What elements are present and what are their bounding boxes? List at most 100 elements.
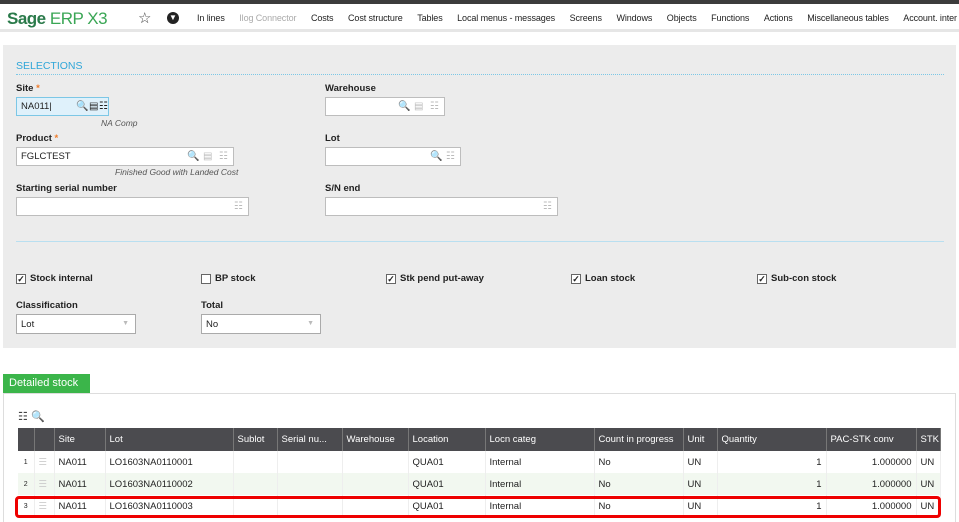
column-header[interactable]: Unit bbox=[683, 428, 718, 451]
menu-item[interactable]: Ilog Connector bbox=[239, 13, 296, 23]
table-cell[interactable]: 1 bbox=[717, 495, 827, 517]
table-cell[interactable] bbox=[277, 451, 343, 473]
menu-item[interactable]: In lines bbox=[197, 13, 225, 23]
table-cell[interactable]: 1 bbox=[717, 473, 827, 495]
start-serial-input[interactable]: ☷ bbox=[16, 197, 249, 216]
table-cell[interactable]: UN bbox=[683, 495, 718, 517]
search-icon[interactable]: 🔍 bbox=[31, 411, 45, 423]
table-cell[interactable]: Internal bbox=[485, 495, 595, 517]
table-cell[interactable] bbox=[233, 451, 278, 473]
detail-icon[interactable]: ☷ bbox=[430, 101, 439, 112]
column-header[interactable]: Lot bbox=[105, 428, 234, 451]
table-cell[interactable]: UN bbox=[916, 473, 941, 495]
column-header[interactable]: Location bbox=[408, 428, 486, 451]
site-input[interactable]: NA011| 🔍 ▤ ☷ bbox=[16, 97, 109, 116]
table-cell[interactable]: 1.000000 bbox=[826, 495, 917, 517]
checkbox-box[interactable]: ✓ bbox=[757, 273, 767, 284]
menu-item[interactable]: Objects bbox=[667, 13, 697, 23]
detail-icon[interactable]: ☷ bbox=[543, 201, 552, 212]
menu-item[interactable]: Screens bbox=[570, 13, 602, 23]
search-icon[interactable]: 🔍 bbox=[76, 101, 88, 112]
menu-item[interactable]: Tables bbox=[417, 13, 443, 23]
tab-detailed-stock[interactable]: Detailed stock bbox=[3, 374, 90, 393]
row-detail-icon[interactable]: ☰ bbox=[34, 473, 55, 495]
chevron-down-icon[interactable]: ▼ bbox=[167, 12, 179, 24]
column-header[interactable]: Quantity bbox=[717, 428, 827, 451]
menu-item[interactable]: Functions bbox=[711, 13, 749, 23]
menu-item[interactable]: Cost structure bbox=[348, 13, 403, 23]
table-cell[interactable] bbox=[233, 473, 278, 495]
table-cell[interactable]: No bbox=[594, 473, 684, 495]
column-header[interactable] bbox=[18, 428, 35, 451]
table-row[interactable]: 2 ☰ NA011 LO1603NA0110002 QUA01 Internal No UN 1… bbox=[18, 473, 941, 495]
total-select[interactable]: No ▼ bbox=[201, 314, 321, 334]
table-cell[interactable]: LO1603NA0110002 bbox=[105, 473, 234, 495]
table-row[interactable]: 1 ☰ NA011 LO1603NA0110001 QUA01 Internal No UN 1… bbox=[18, 451, 941, 473]
table-cell[interactable]: 1.000000 bbox=[826, 473, 917, 495]
table-cell[interactable]: LO1603NA0110001 bbox=[105, 451, 234, 473]
lot-input[interactable]: 🔍 ☷ bbox=[325, 147, 461, 166]
link-icon[interactable]: ▤ bbox=[414, 101, 423, 112]
table-cell[interactable]: Internal bbox=[485, 451, 595, 473]
column-header[interactable]: Count in progress bbox=[594, 428, 684, 451]
table-cell[interactable] bbox=[277, 495, 343, 517]
detail-icon[interactable]: ☷ bbox=[234, 201, 243, 212]
detail-icon[interactable]: ☷ bbox=[99, 101, 108, 112]
checkbox-loan-stock[interactable]: ✓ Loan stock bbox=[571, 273, 635, 284]
table-cell[interactable] bbox=[233, 495, 278, 517]
checkbox-box[interactable]: ✓ bbox=[16, 273, 26, 284]
table-cell[interactable]: QUA01 bbox=[408, 473, 486, 495]
table-cell[interactable]: 1.000000 bbox=[826, 451, 917, 473]
checkbox-box[interactable]: ✓ bbox=[386, 273, 396, 284]
table-cell[interactable] bbox=[342, 451, 409, 473]
column-header[interactable]: Site bbox=[54, 428, 106, 451]
search-icon[interactable]: 🔍 bbox=[430, 151, 442, 162]
column-header[interactable]: Serial nu... bbox=[277, 428, 343, 451]
column-header[interactable]: Sublot bbox=[233, 428, 278, 451]
menu-item[interactable]: Windows bbox=[616, 13, 652, 23]
table-cell[interactable] bbox=[277, 473, 343, 495]
table-cell[interactable]: UN bbox=[916, 451, 941, 473]
detail-icon[interactable]: ☷ bbox=[446, 151, 455, 162]
menu-item[interactable]: Local menus - messages bbox=[457, 13, 555, 23]
table-cell[interactable]: NA011 bbox=[54, 473, 106, 495]
warehouse-input[interactable]: 🔍 ▤ ☷ bbox=[325, 97, 445, 116]
table-cell[interactable]: NA011 bbox=[54, 451, 106, 473]
menu-item[interactable]: Miscellaneous tables bbox=[807, 13, 889, 23]
table-cell[interactable]: UN bbox=[683, 451, 718, 473]
menu-item[interactable]: Actions bbox=[764, 13, 793, 23]
table-cell[interactable]: LO1603NA0110003 bbox=[105, 495, 234, 517]
table-row[interactable]: 3 ☰ NA011 LO1603NA0110003 QUA01 Internal No UN 1… bbox=[18, 495, 941, 517]
favorite-star-icon[interactable]: ☆ bbox=[138, 9, 151, 27]
table-cell[interactable]: NA011 bbox=[54, 495, 106, 517]
detail-icon[interactable]: ☷ bbox=[219, 151, 228, 162]
column-header[interactable]: STK bbox=[916, 428, 941, 451]
table-cell[interactable]: UN bbox=[916, 495, 941, 517]
table-cell[interactable]: QUA01 bbox=[408, 495, 486, 517]
logo[interactable]: Sage ERP X3 bbox=[7, 9, 108, 29]
menu-item[interactable]: Costs bbox=[311, 13, 334, 23]
checkbox-stock-internal[interactable]: ✓ Stock internal bbox=[16, 273, 93, 284]
checkbox-sub-con-stock[interactable]: ✓ Sub-con stock bbox=[757, 273, 836, 284]
table-cell[interactable] bbox=[342, 473, 409, 495]
column-header[interactable]: Warehouse bbox=[342, 428, 409, 451]
row-detail-icon[interactable]: ☰ bbox=[34, 451, 55, 473]
checkbox-box[interactable]: ✓ bbox=[571, 273, 581, 284]
link-icon[interactable]: ▤ bbox=[203, 151, 212, 162]
column-header[interactable]: Locn categ bbox=[485, 428, 595, 451]
table-cell[interactable]: No bbox=[594, 451, 684, 473]
menu-item[interactable]: Account. inter bbox=[903, 13, 957, 23]
table-cell[interactable]: 1 bbox=[717, 451, 827, 473]
column-settings-icon[interactable]: ☷ bbox=[18, 411, 28, 423]
table-cell[interactable] bbox=[342, 495, 409, 517]
table-cell[interactable]: QUA01 bbox=[408, 451, 486, 473]
checkbox-stk-pend-put-away[interactable]: ✓ Stk pend put-away bbox=[386, 273, 484, 284]
link-icon[interactable]: ▤ bbox=[89, 101, 98, 112]
column-header[interactable]: PAC-STK conv bbox=[826, 428, 917, 451]
classification-select[interactable]: Lot ▼ bbox=[16, 314, 136, 334]
table-cell[interactable]: Internal bbox=[485, 473, 595, 495]
search-icon[interactable]: 🔍 bbox=[187, 151, 199, 162]
search-icon[interactable]: 🔍 bbox=[398, 101, 410, 112]
table-cell[interactable]: UN bbox=[683, 473, 718, 495]
product-input[interactable]: FGLCTEST 🔍 ▤ ☷ bbox=[16, 147, 234, 166]
